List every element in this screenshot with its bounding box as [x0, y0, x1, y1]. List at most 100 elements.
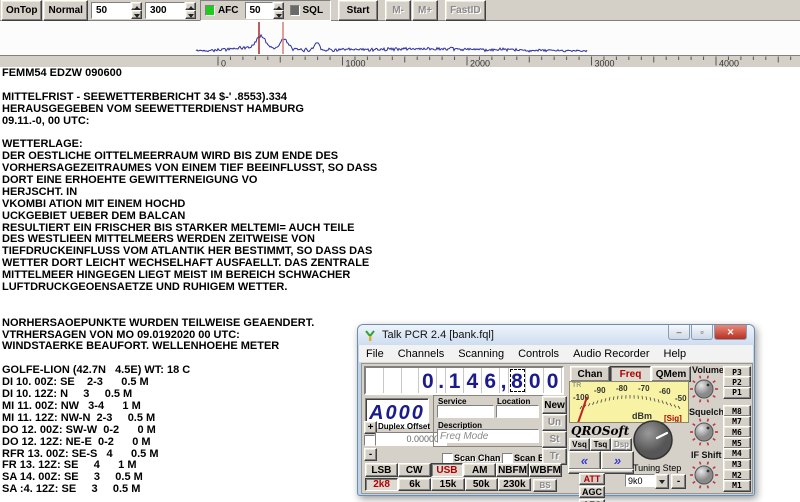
- mark-freq-spinner[interactable]: 50: [90, 1, 142, 19]
- sql-level-value[interactable]: 50: [244, 1, 273, 19]
- toggle-agc[interactable]: AGC: [579, 486, 605, 498]
- volume-knob[interactable]: [689, 374, 719, 404]
- tuning-knob[interactable]: [632, 419, 674, 461]
- tuning-step-select[interactable]: 9k0: [625, 474, 655, 487]
- menu-audio-recorder[interactable]: Audio Recorder: [566, 347, 656, 361]
- fastid-button[interactable]: FastID: [445, 0, 486, 21]
- maximize-button[interactable]: ▫: [691, 325, 713, 340]
- filter-230k[interactable]: 230k: [497, 478, 532, 491]
- scan-chan-label: Scan Chan: [454, 453, 501, 463]
- freq-digit[interactable]: 8: [509, 368, 527, 393]
- mode-usb[interactable]: USB: [430, 463, 464, 477]
- if-shift-knob[interactable]: [689, 460, 719, 490]
- terminal-line: LUFTDRUCKGEOENSAETZE UND RUHIGEM WETTER.: [2, 281, 288, 294]
- step-up-button[interactable]: »: [601, 451, 634, 470]
- freq-digit[interactable]: [402, 368, 420, 393]
- shift-value[interactable]: 300: [144, 1, 185, 19]
- spin-down-icon[interactable]: [130, 10, 142, 19]
- bs-button[interactable]: BS: [533, 479, 557, 492]
- shift-spinner[interactable]: 300: [144, 1, 196, 19]
- squelch-mode-row: Vsq Tsq Dsp: [569, 438, 632, 451]
- sq-dsp[interactable]: Dsp: [611, 438, 632, 451]
- pcr-titlebar[interactable]: Talk PCR 2.4 [bank.fql] – ▫ ✕: [358, 325, 754, 345]
- freq-tab-button[interactable]: Freq: [610, 366, 651, 382]
- freq-digit[interactable]: 6: [482, 368, 500, 393]
- freq-digit[interactable]: .: [437, 368, 447, 393]
- mode-wbfm[interactable]: WBFM: [528, 463, 563, 477]
- sql-label[interactable]: SQL: [303, 5, 324, 16]
- terminal-line: HERAUSGEGEBEN VOM SEEWETTERDIENST HAMBUR…: [2, 102, 304, 115]
- frequency-display[interactable]: 0.146,800: [364, 366, 564, 395]
- filter-2k8[interactable]: 2k8: [365, 478, 399, 491]
- new-button[interactable]: New: [542, 396, 567, 414]
- chan-tab-button[interactable]: Chan: [570, 366, 610, 382]
- freq-digit[interactable]: 0: [544, 368, 562, 393]
- qmem-tab-button[interactable]: QMem: [651, 366, 691, 382]
- filter-50k[interactable]: 50k: [464, 478, 498, 491]
- memory-plus-button[interactable]: M+: [412, 0, 439, 21]
- duplex-minus-button[interactable]: -: [364, 448, 377, 461]
- filter-15k[interactable]: 15k: [431, 478, 465, 491]
- start-button[interactable]: Start: [338, 0, 379, 21]
- filter-row: 2k8 6k 15k 50k 230k: [365, 478, 532, 491]
- sq-tsq[interactable]: Tsq: [590, 438, 611, 451]
- spin-down-icon[interactable]: [272, 10, 284, 19]
- duplex-offset-label: Duplex Offset: [378, 422, 431, 431]
- tuning-minus-button[interactable]: -: [671, 474, 686, 489]
- freq-digit[interactable]: 4: [464, 368, 482, 393]
- location-field[interactable]: [496, 405, 539, 418]
- menu-channels[interactable]: Channels: [391, 347, 451, 361]
- spin-up-icon[interactable]: [130, 1, 142, 10]
- freq-digit[interactable]: ,: [500, 368, 509, 393]
- mode-nbfm[interactable]: NBFM: [496, 463, 529, 477]
- if-shift-label: IF Shift: [691, 450, 722, 460]
- toolbar: OnTop Normal 50 300 AFC 50 SQL Start M- …: [0, 0, 800, 21]
- mode-row: LSB CW USB AM NBFM WBFM: [365, 463, 563, 477]
- minimize-button[interactable]: –: [668, 325, 690, 340]
- freq-digit[interactable]: 0: [419, 368, 438, 393]
- duplex-checkbox[interactable]: [364, 435, 375, 446]
- squelch-knob[interactable]: [689, 417, 719, 447]
- toggle-grid: ATTAGCAFCNB: [579, 473, 631, 502]
- afc-label[interactable]: AFC: [218, 5, 239, 16]
- channel-info-group: Service Location Description: [433, 395, 543, 447]
- app-icon: [365, 329, 375, 341]
- st-button[interactable]: St: [542, 431, 567, 448]
- menu-controls[interactable]: Controls: [511, 347, 566, 361]
- spectrum-display[interactable]: [0, 21, 800, 55]
- un-button[interactable]: Un: [542, 414, 567, 431]
- mode-lsb[interactable]: LSB: [365, 463, 398, 477]
- ontop-button[interactable]: OnTop: [1, 0, 43, 21]
- mode-am[interactable]: AM: [463, 463, 497, 477]
- spin-up-icon[interactable]: [184, 1, 196, 10]
- p-button-p1[interactable]: P1: [723, 386, 751, 399]
- afc-sql-group: AFC 50 SQL: [199, 0, 332, 21]
- service-field[interactable]: [437, 405, 494, 418]
- freq-digit[interactable]: 0: [526, 368, 545, 393]
- menu-file[interactable]: File: [359, 347, 391, 361]
- spin-up-icon[interactable]: [272, 1, 284, 10]
- normal-button[interactable]: Normal: [43, 0, 88, 21]
- mark-freq-value[interactable]: 50: [90, 1, 131, 19]
- freq-digit[interactable]: [366, 368, 384, 393]
- spin-down-icon[interactable]: [184, 10, 196, 19]
- tuning-step-dropdown-button[interactable]: [655, 474, 669, 489]
- maximize-icon: ▫: [700, 327, 704, 337]
- step-down-icon: «: [580, 453, 589, 468]
- filter-6k[interactable]: 6k: [398, 478, 432, 491]
- m-button-m1[interactable]: M1: [723, 479, 751, 492]
- close-button[interactable]: ✕: [714, 325, 747, 340]
- freq-digit[interactable]: 1: [446, 368, 464, 393]
- freq-digit[interactable]: [384, 368, 402, 393]
- description-field[interactable]: [437, 429, 539, 443]
- sql-level-spinner[interactable]: 50: [244, 1, 284, 19]
- mode-cw[interactable]: CW: [397, 463, 431, 477]
- memory-minus-button[interactable]: M-: [385, 0, 412, 21]
- menu-help[interactable]: Help: [657, 347, 694, 361]
- menu-scanning[interactable]: Scanning: [451, 347, 511, 361]
- sq-vsq[interactable]: Vsq: [569, 438, 590, 451]
- toggle-att[interactable]: ATT: [579, 473, 605, 485]
- svg-text:2000: 2000: [470, 59, 490, 69]
